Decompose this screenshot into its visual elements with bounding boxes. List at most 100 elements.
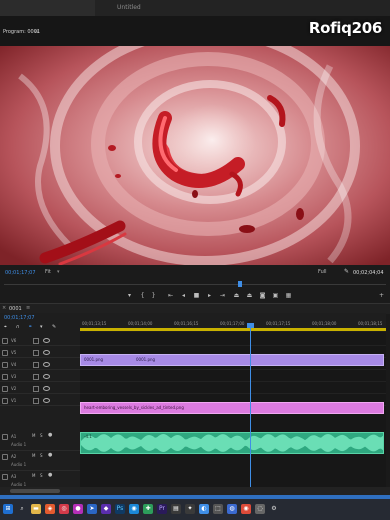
video-lane[interactable] [80,372,386,382]
store-icon[interactable]: ◈ [45,504,55,514]
button-editor-icon[interactable]: ▣ [271,292,280,300]
image-clip[interactable]: heart-emboring_vessels_by_sickles_ad_tin… [80,402,384,414]
fit-dropdown[interactable]: Fit [45,269,51,275]
microphone-icon[interactable]: ● [48,432,52,438]
playhead-timecode[interactable]: 00;01;17;07 [4,315,35,321]
comparison-view-icon[interactable]: ▦ [284,292,293,300]
settings-wrench-icon[interactable]: ✎ [52,324,56,330]
app-icon[interactable]: ● [73,504,83,514]
sync-lock-icon[interactable] [33,398,39,404]
app-icon[interactable]: ◍ [227,504,237,514]
lock-icon[interactable] [2,454,8,460]
stop-icon[interactable]: ■ [192,292,201,300]
app-icon[interactable]: ◆ [101,504,111,514]
mute-button[interactable]: M [32,453,35,458]
scrollbar-thumb[interactable] [10,489,60,493]
solo-button[interactable]: S [40,473,43,478]
lift-icon[interactable]: ⏏ [232,292,241,300]
timeline-scrollbar[interactable] [0,487,390,495]
lock-icon[interactable] [2,398,8,404]
work-area-bar[interactable] [80,328,386,331]
lock-icon[interactable] [2,350,8,356]
lock-icon[interactable] [2,338,8,344]
lock-icon[interactable] [2,374,8,380]
mute-button[interactable]: M [32,433,35,438]
go-to-out-icon[interactable]: ⇥ [218,292,227,300]
quality-dropdown[interactable]: Full [318,269,327,275]
app-icon[interactable]: ✦ [185,504,195,514]
sync-lock-icon[interactable] [33,362,39,368]
chrome-icon[interactable]: ◉ [241,504,251,514]
mute-button[interactable]: M [32,473,35,478]
search-icon[interactable]: ⌕ [17,504,27,514]
app-icon[interactable]: ◐ [199,504,209,514]
close-icon[interactable]: × [2,305,6,311]
app-icon[interactable]: ✚ [143,504,153,514]
app-icon[interactable]: ⬚ [213,504,223,514]
video-clip[interactable]: 0001.png 0001.png [80,354,384,366]
video-lane[interactable] [80,384,386,394]
sync-lock-icon[interactable] [33,338,39,344]
chevron-down-icon[interactable]: ▾ [57,269,60,275]
lock-icon[interactable] [2,362,8,368]
audio-clip[interactable]: -4.1 [80,432,384,454]
go-to-in-icon[interactable]: ⇤ [166,292,175,300]
file-explorer-icon[interactable]: ▬ [31,504,41,514]
app-icon[interactable]: ▤ [171,504,181,514]
marker-icon[interactable]: ▾ [40,324,43,330]
eye-icon[interactable] [43,386,50,391]
program-video-frame[interactable] [0,46,390,265]
video-track-header[interactable]: V3 [0,372,80,382]
marker-icon[interactable]: ▾ [125,292,134,300]
video-track-header[interactable]: V1 [0,396,80,406]
premiere-icon[interactable]: Pr [157,504,167,514]
audio-track-header[interactable]: A2 M S ● Audio 1 [0,452,80,471]
audio-track-header[interactable]: A1 M S ● Audio 1 [0,432,80,451]
video-track-header[interactable]: V2 [0,384,80,394]
mark-out-icon[interactable]: } [149,292,158,300]
eye-icon[interactable] [43,350,50,355]
telegram-icon[interactable]: ➤ [87,504,97,514]
video-track-header[interactable]: V4 [0,360,80,370]
scrub-track[interactable] [4,284,386,285]
start-icon[interactable]: ⊞ [3,504,13,514]
eye-icon[interactable] [43,398,50,403]
wrench-icon[interactable]: ✎ [344,268,349,275]
edge-icon[interactable]: ◉ [129,504,139,514]
program-scrub-bar[interactable] [0,279,390,289]
eye-icon[interactable] [43,338,50,343]
step-back-icon[interactable]: ◂ [179,292,188,300]
settings-icon[interactable]: ⚙ [269,504,279,514]
panel-menu-icon[interactable]: ≡ [34,28,39,35]
lock-icon[interactable] [2,386,8,392]
lock-icon[interactable] [2,434,8,440]
camera-icon[interactable]: ◙ [258,292,267,300]
track-lanes[interactable]: 0001.png 0001.png heart-emboring_vessels… [80,332,386,487]
microphone-icon[interactable]: ● [48,452,52,458]
playhead-line[interactable] [250,323,251,487]
app-icon[interactable]: ◎ [59,504,69,514]
sequence-tab[interactable]: 0001 [9,306,22,312]
panel-menu-icon[interactable]: ≡ [26,305,30,311]
extract-icon[interactable]: ⏏ [245,292,254,300]
scrub-playhead[interactable] [238,281,242,287]
photoshop-icon[interactable]: Ps [115,504,125,514]
nest-icon[interactable]: ⌖ [4,324,7,330]
video-track-header[interactable]: V6 [0,336,80,346]
add-button-icon[interactable]: + [377,292,386,300]
solo-button[interactable]: S [40,433,43,438]
app-icon[interactable]: ◌ [255,504,265,514]
video-lane[interactable] [80,336,386,346]
sync-lock-icon[interactable] [33,350,39,356]
eye-icon[interactable] [43,374,50,379]
linked-selection-icon[interactable]: ⚭ [28,324,32,330]
video-track-header[interactable]: V5 [0,348,80,358]
eye-icon[interactable] [43,362,50,367]
lock-icon[interactable] [2,474,8,480]
microphone-icon[interactable]: ● [48,472,52,478]
solo-button[interactable]: S [40,453,43,458]
mark-in-icon[interactable]: { [138,292,147,300]
snap-icon[interactable]: ∩ [16,324,20,330]
current-timecode[interactable]: 00;01;17;07 [5,270,36,276]
sync-lock-icon[interactable] [33,386,39,392]
